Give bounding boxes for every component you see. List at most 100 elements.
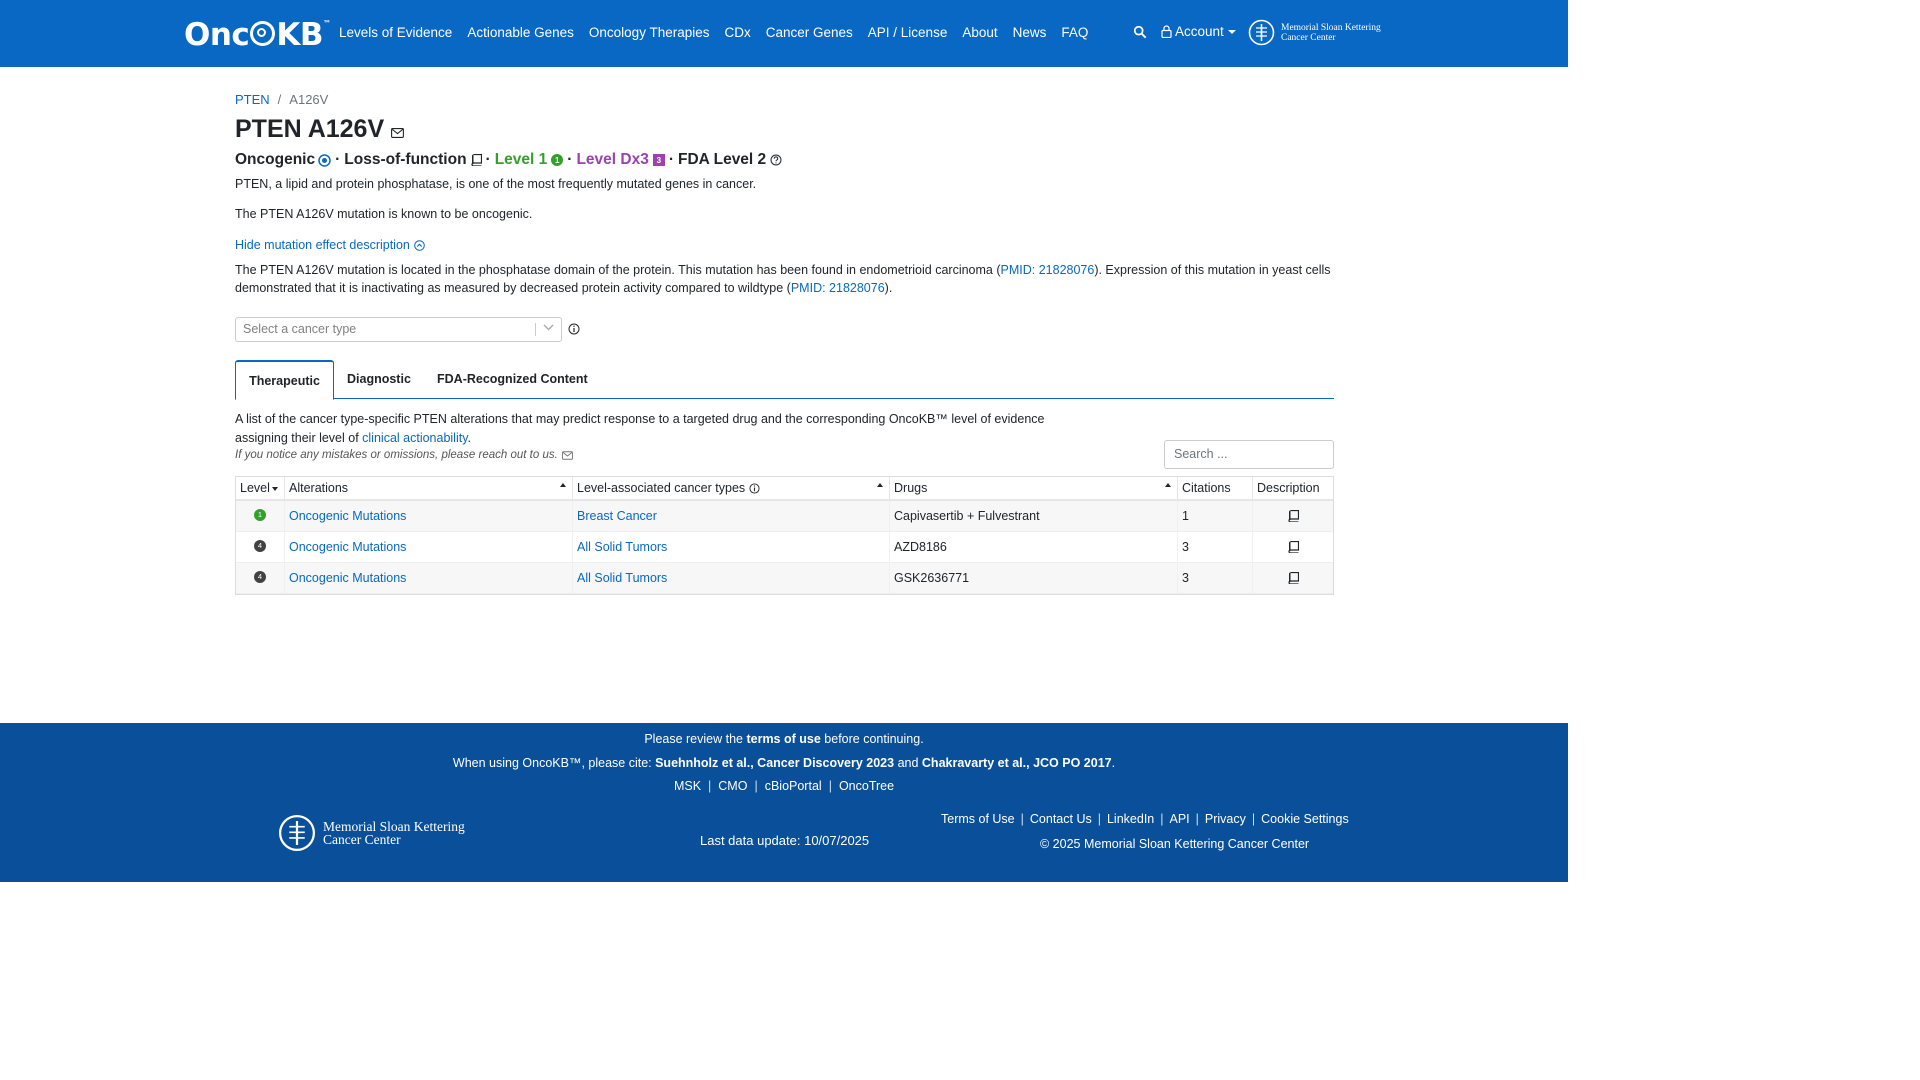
msk-nav-logo[interactable]: Memorial Sloan Kettering Cancer Center <box>1248 18 1381 47</box>
cancer-type-link[interactable]: All Solid Tumors <box>577 540 667 554</box>
account-menu[interactable]: Account <box>1161 24 1236 39</box>
lock-icon <box>1161 25 1172 38</box>
msk-footer-logo[interactable]: Memorial Sloan Kettering Cancer Center <box>278 812 465 854</box>
info-icon[interactable] <box>749 482 760 494</box>
feedback-note-text: If you notice any mistakes or omissions,… <box>235 449 558 461</box>
footer-link-cookie-settings[interactable]: Cookie Settings <box>1261 812 1349 826</box>
nav-cdx[interactable]: CDx <box>724 25 750 40</box>
footer-link-privacy[interactable]: Privacy <box>1205 812 1246 826</box>
nav-links: Levels of Evidence Actionable Genes Onco… <box>339 25 1103 40</box>
oncokb-logo[interactable]: Onc KB™ <box>184 17 331 53</box>
sort-asc-icon <box>560 483 566 487</box>
cell-citations[interactable]: 3 <box>1178 532 1253 562</box>
therapeutic-description: A list of the cancer type-specific PTEN … <box>235 410 1085 448</box>
site-footer: Please review the terms of use before co… <box>0 723 1568 882</box>
cell-alteration: Oncogenic Mutations <box>285 563 573 593</box>
nav-news[interactable]: News <box>1013 25 1047 40</box>
tab-diagnostic[interactable]: Diagnostic <box>347 360 411 397</box>
link-separator: | <box>1251 812 1256 826</box>
nav-faq[interactable]: FAQ <box>1061 25 1088 40</box>
footer-link-cmo[interactable]: CMO <box>718 779 747 793</box>
msk-nav-line2: Cancer Center <box>1281 32 1336 43</box>
footer-link-api[interactable]: API <box>1170 812 1190 826</box>
citation-and: and <box>894 756 922 770</box>
search-icon[interactable] <box>1133 25 1147 39</box>
therapeutic-desc-text: A list of the cancer type-specific PTEN … <box>235 412 1045 445</box>
therapeutic-desc-end: . <box>467 431 472 445</box>
cell-level: 4 <box>236 563 285 593</box>
fda-level-label: FDA Level 2 <box>678 151 767 168</box>
mail-icon[interactable] <box>561 450 573 460</box>
tab-fda-recognized-content[interactable]: FDA-Recognized Content <box>437 360 588 397</box>
select-divider <box>535 323 536 336</box>
book-icon[interactable] <box>1287 510 1299 522</box>
header-description: Description <box>1253 477 1333 499</box>
footer-link-terms[interactable]: Terms of Use <box>941 812 1015 826</box>
link-separator: | <box>1195 812 1199 826</box>
breadcrumb: PTEN / A126V <box>235 92 328 107</box>
book-icon[interactable] <box>1287 541 1299 553</box>
highest-sensitive-level-label: Level 1 <box>494 151 548 168</box>
mutation-effect-label: Loss-of-function <box>344 151 467 168</box>
header-cancer-types[interactable]: Level-associated cancer types <box>573 477 890 499</box>
footer-link-oncotree[interactable]: OncoTree <box>839 779 894 793</box>
sort-desc-icon <box>271 487 278 491</box>
footer-partner-links: MSK | CMO | cBioPortal | OncoTree <box>0 779 1568 793</box>
cancer-type-link[interactable]: Breast Cancer <box>577 509 657 523</box>
pmid-link[interactable]: PMID: 21828076 <box>791 281 885 295</box>
link-separator: | <box>1160 812 1164 826</box>
header-alterations[interactable]: Alterations <box>285 477 573 499</box>
logo-target-icon <box>250 21 276 46</box>
footer-link-linkedin[interactable]: LinkedIn <box>1107 812 1154 826</box>
pmid-link[interactable]: PMID: 21828076 <box>1001 263 1095 277</box>
book-icon[interactable] <box>471 154 482 166</box>
nav-levels-of-evidence[interactable]: Levels of Evidence <box>339 25 452 40</box>
nav-cancer-genes[interactable]: Cancer Genes <box>766 25 853 40</box>
hide-mutation-effect-link[interactable]: Hide mutation effect description <box>235 238 425 252</box>
logo-text-right: KB <box>276 17 323 53</box>
breadcrumb-gene-link[interactable]: PTEN <box>235 92 270 107</box>
table-search-input[interactable]: Search ... <box>1164 440 1334 469</box>
question-circle-icon[interactable] <box>770 154 782 166</box>
citation-link-1[interactable]: Suehnholz et al., Cancer Discovery 2023 <box>655 756 894 770</box>
alteration-link[interactable]: Oncogenic Mutations <box>289 571 406 585</box>
mail-icon[interactable] <box>391 127 405 138</box>
table-row: 4 Oncogenic Mutations All Solid Tumors G… <box>236 563 1333 594</box>
footer-link-msk[interactable]: MSK <box>674 779 701 793</box>
nav-actionable-genes[interactable]: Actionable Genes <box>467 25 574 40</box>
cell-alteration: Oncogenic Mutations <box>285 532 573 562</box>
book-icon[interactable] <box>1287 572 1299 584</box>
cancer-type-link[interactable]: All Solid Tumors <box>577 571 667 585</box>
header-level-text: Level <box>240 481 270 495</box>
cell-cancer-type: Breast Cancer <box>573 501 890 531</box>
header-drugs[interactable]: Drugs <box>890 477 1178 499</box>
citation-link-2[interactable]: Chakravarty et al., JCO PO 2017 <box>922 756 1112 770</box>
clinical-actionability-link[interactable]: clinical actionability <box>362 431 467 445</box>
footer-link-contact[interactable]: Contact Us <box>1030 812 1092 826</box>
terms-of-use-link[interactable]: terms of use <box>746 732 820 746</box>
info-icon[interactable] <box>568 323 580 335</box>
alteration-link[interactable]: Oncogenic Mutations <box>289 540 406 554</box>
nav-api-license[interactable]: API / License <box>868 25 948 40</box>
link-separator: | <box>1020 812 1024 826</box>
citation-pre: When using OncoKB™, please cite: <box>452 756 656 770</box>
msk-footer-line1: Memorial Sloan Kettering <box>323 818 465 834</box>
cell-drugs: Capivasertib + Fulvestrant <box>890 501 1178 531</box>
cell-citations[interactable]: 3 <box>1178 563 1253 593</box>
cell-description <box>1253 501 1333 531</box>
cancer-type-select[interactable]: Select a cancer type <box>235 317 562 342</box>
citation-notice: When using OncoKB™, please cite: Suehnho… <box>0 756 1568 770</box>
footer-link-cbioportal[interactable]: cBioPortal <box>765 779 822 793</box>
nav-about[interactable]: About <box>962 25 997 40</box>
effect-desc-text-1: The PTEN A126V mutation is located in th… <box>235 263 1001 277</box>
terms-notice: Please review the terms of use before co… <box>0 732 1568 746</box>
terms-notice-post: before continuing. <box>820 732 924 746</box>
cell-citations[interactable]: 1 <box>1178 501 1253 531</box>
header-citations[interactable]: Citations <box>1178 477 1253 499</box>
msk-nav-text: Memorial Sloan Kettering Cancer Center <box>1281 23 1381 43</box>
header-level[interactable]: Level <box>236 477 285 499</box>
nav-oncology-therapies[interactable]: Oncology Therapies <box>589 25 710 40</box>
alteration-link[interactable]: Oncogenic Mutations <box>289 509 406 523</box>
tab-therapeutic[interactable]: Therapeutic <box>235 360 334 400</box>
footer-legal-links: Terms of Use | Contact Us | LinkedIn | API |… <box>941 812 1349 826</box>
